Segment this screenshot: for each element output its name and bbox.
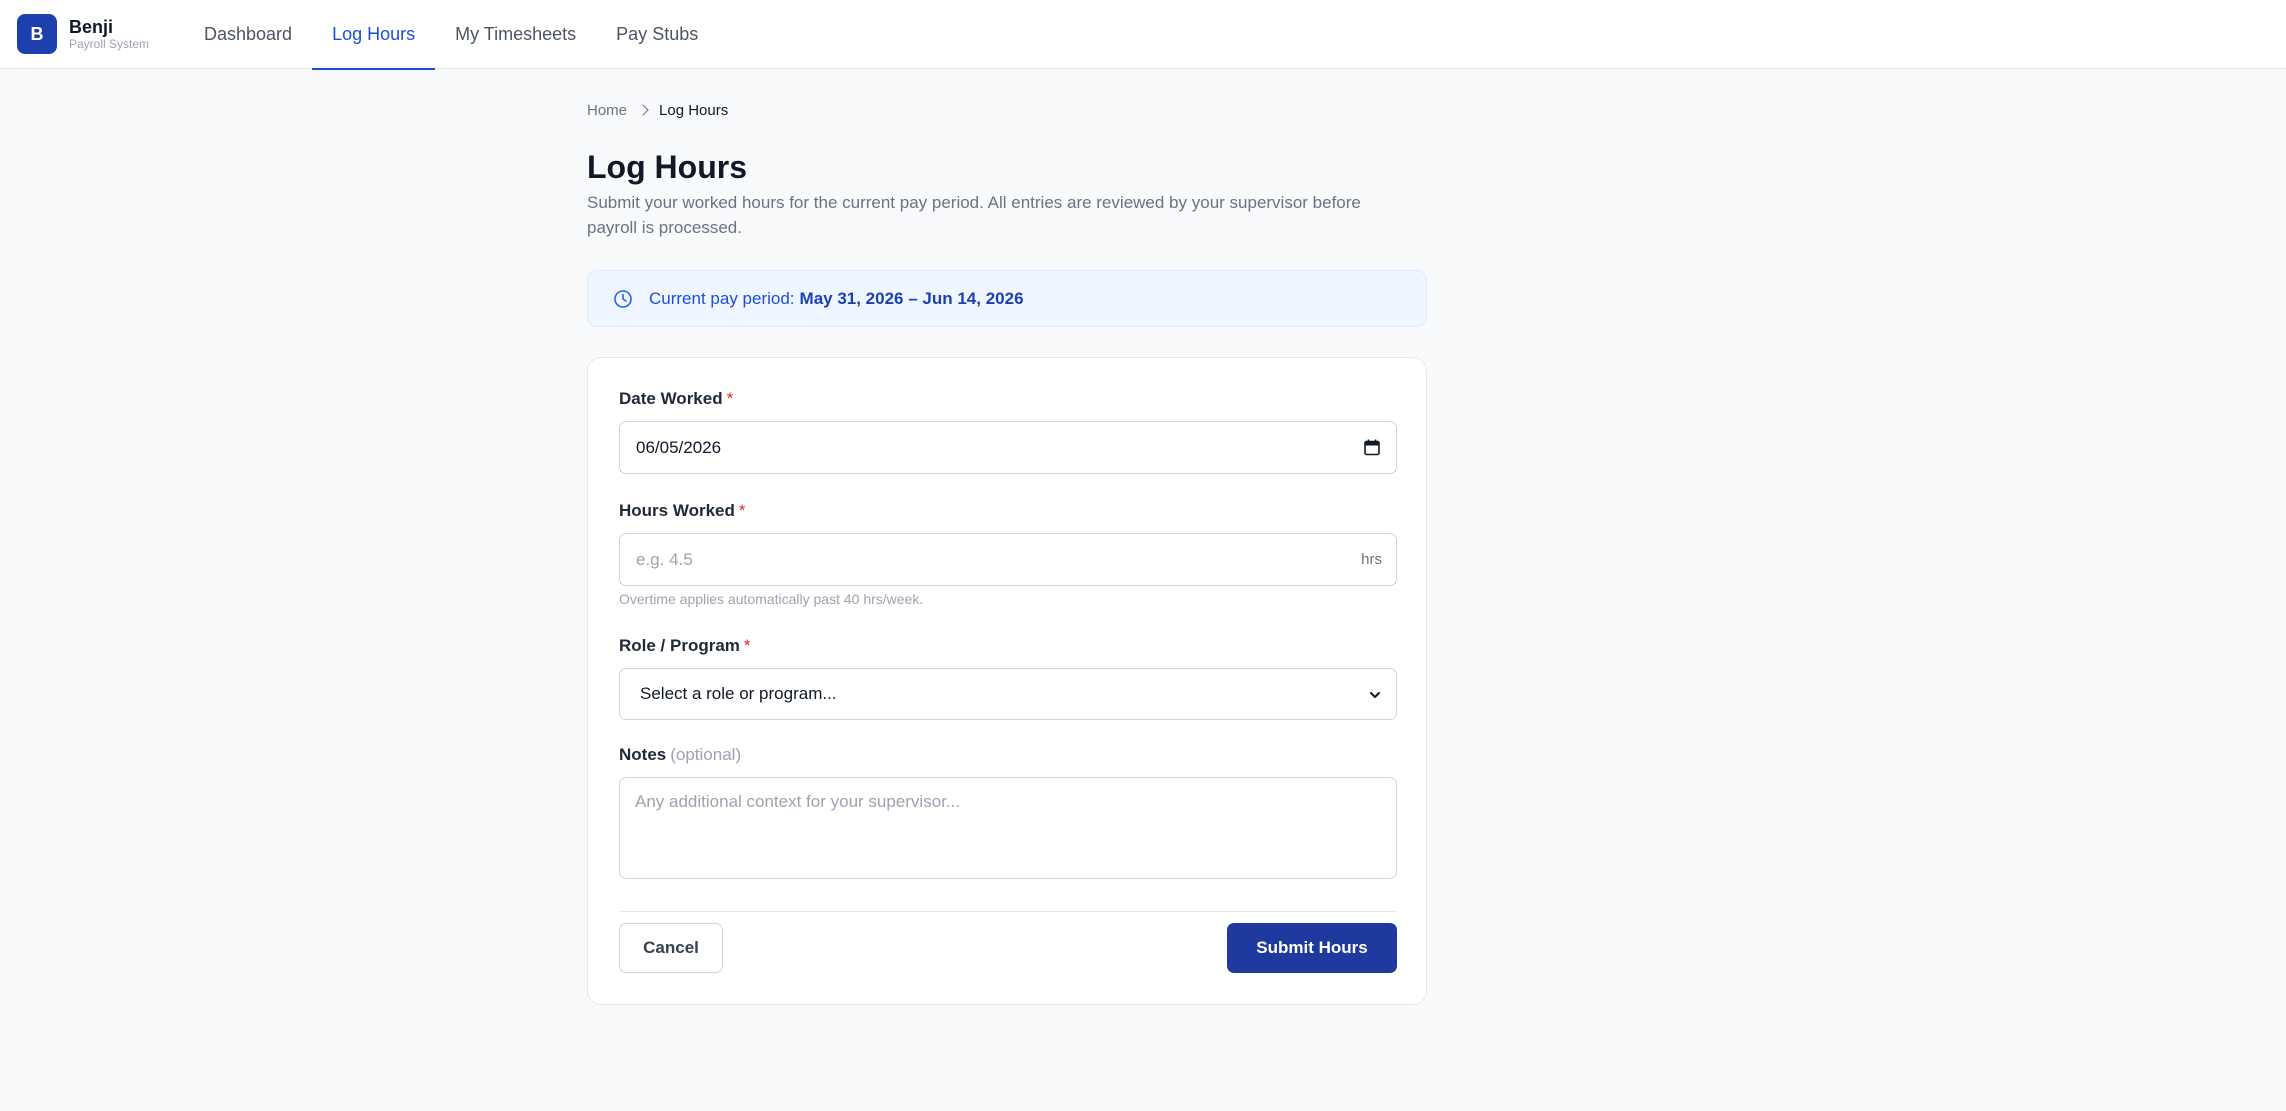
nav-item-my-timesheets[interactable]: My Timesheets — [435, 0, 596, 69]
pay-period-banner: Current pay period: May 31, 2026 – Jun 1… — [587, 270, 1427, 327]
hours-suffix: hrs — [1361, 551, 1382, 568]
top-navigation-bar: B Benji Payroll System Dashboard Log Hou… — [0, 0, 2286, 70]
nav-item-dashboard[interactable]: Dashboard — [184, 0, 312, 69]
required-mark: * — [743, 636, 751, 655]
date-worked-label-text: Date Worked — [619, 389, 723, 408]
submit-hours-button[interactable]: Submit Hours — [1227, 923, 1397, 973]
calendar-icon[interactable] — [1364, 439, 1380, 456]
hours-worked-placeholder: e.g. 4.5 — [636, 549, 693, 569]
hours-worked-input[interactable]: e.g. 4.5 hrs — [619, 533, 1397, 586]
nav-item-log-hours[interactable]: Log Hours — [312, 0, 436, 70]
date-worked-value: 06/05/2026 — [636, 437, 722, 457]
required-mark: * — [738, 501, 746, 520]
main-nav: Dashboard Log Hours My Timesheets Pay St… — [184, 0, 718, 70]
notes-optional: (optional) — [670, 745, 742, 764]
form-divider — [619, 911, 1397, 912]
brand-subtitle: Payroll System — [69, 37, 150, 51]
notes-label-text: Notes — [619, 745, 667, 764]
required-mark: * — [726, 389, 734, 408]
brand-logo: B — [17, 14, 57, 54]
clock-icon — [614, 289, 632, 308]
page-description: Submit your worked hours for the current… — [587, 193, 1361, 237]
breadcrumb-home[interactable]: Home — [587, 102, 627, 119]
cancel-button[interactable]: Cancel — [619, 923, 723, 973]
chevron-down-icon — [1370, 692, 1380, 698]
hours-worked-label: Hours Worked * — [619, 501, 746, 521]
date-worked-input[interactable]: 06/05/2026 — [619, 421, 1397, 474]
notes-placeholder: Any additional context for your supervis… — [635, 792, 961, 811]
brand[interactable]: B Benji Payroll System — [17, 14, 149, 54]
role-program-label-text: Role / Program — [619, 636, 740, 655]
role-program-label: Role / Program * — [619, 636, 751, 656]
hours-worked-label-text: Hours Worked — [619, 501, 735, 520]
main-content: Home Log Hours Log Hours Submit your wor… — [587, 100, 1427, 1005]
brand-text: Benji Payroll System — [69, 18, 149, 50]
overtime-helper-text: Overtime applies automatically past 40 h… — [619, 591, 924, 607]
pay-period-value: May 31, 2026 – Jun 14, 2026 — [799, 288, 1024, 308]
notes-textarea[interactable]: Any additional context for your supervis… — [619, 777, 1397, 879]
date-worked-label: Date Worked * — [619, 389, 733, 409]
breadcrumb-current: Log Hours — [659, 101, 729, 119]
brand-name: Benji — [69, 17, 114, 37]
log-hours-form: Date Worked * 06/05/2026 Hours Worked * e.… — [587, 357, 1427, 1005]
chevron-right-icon — [637, 104, 649, 116]
nav-item-pay-stubs[interactable]: Pay Stubs — [596, 0, 718, 69]
notes-label: Notes (optional) — [619, 745, 741, 765]
role-program-select[interactable]: Select a role or program... — [619, 668, 1397, 720]
page-title: Log Hours — [587, 149, 747, 185]
role-program-selected: Select a role or program... — [640, 684, 837, 703]
pay-period-label: Current pay period: — [649, 288, 795, 308]
breadcrumb: Home Log Hours — [587, 100, 1427, 120]
